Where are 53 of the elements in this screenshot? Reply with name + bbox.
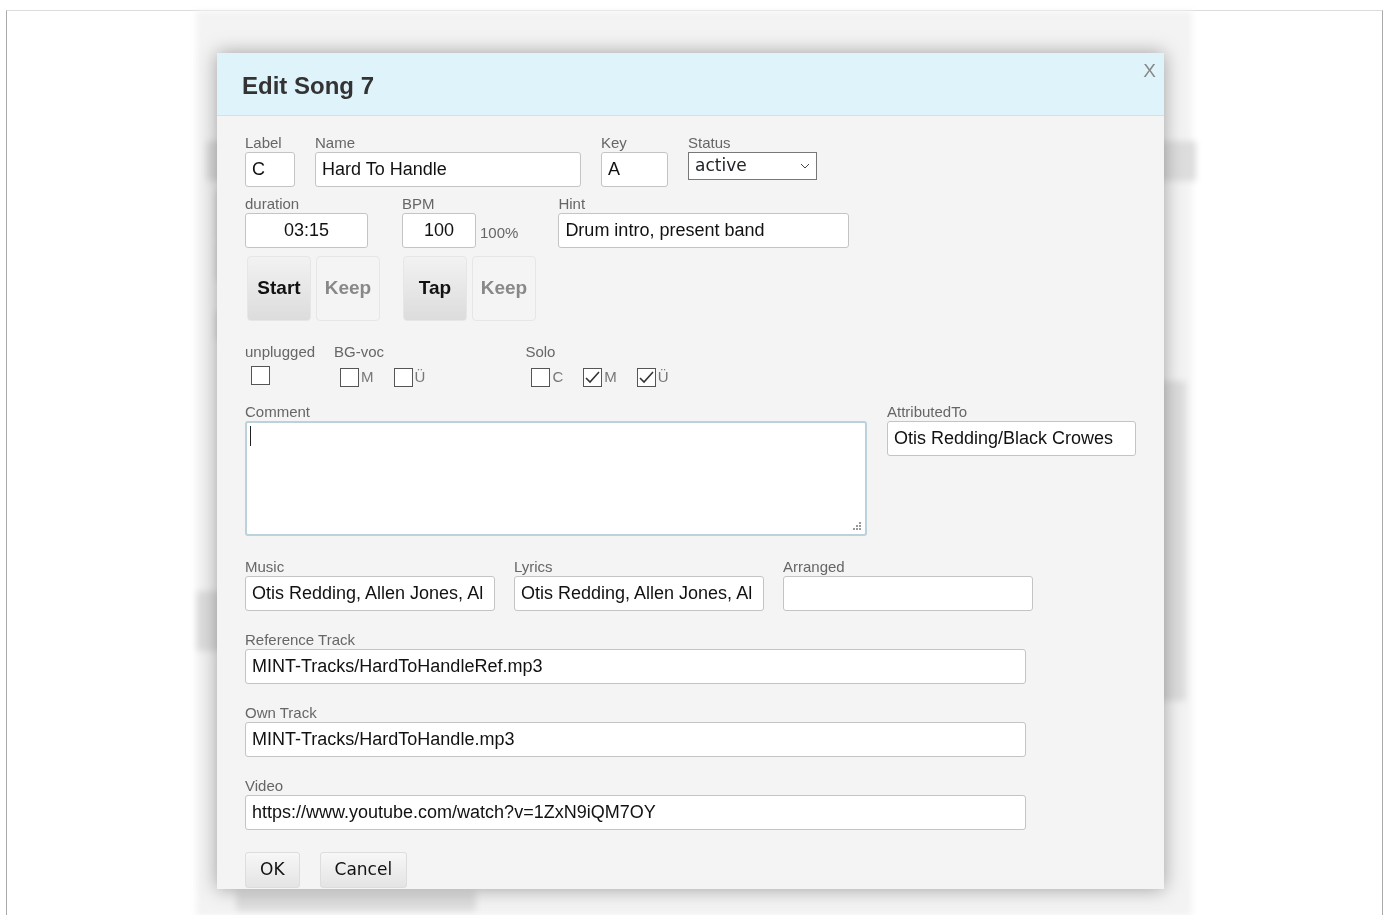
input-field[interactable]: Otis Redding, Allen Jones, Al xyxy=(514,575,764,611)
chevron-down-icon xyxy=(800,163,810,169)
checkbox[interactable] xyxy=(393,367,413,387)
input-field[interactable]: Otis Redding, Allen Jones, Al xyxy=(245,575,495,611)
status-dropdown[interactable]: active xyxy=(688,152,817,180)
checkbox-label: C xyxy=(552,367,564,387)
check-icon xyxy=(638,370,654,384)
checkbox-label: Ü xyxy=(657,367,669,387)
field-label: duration xyxy=(245,195,301,213)
field-label: Video xyxy=(245,776,285,795)
checkbox[interactable] xyxy=(251,366,270,385)
input-field[interactable]: 100 xyxy=(402,213,476,248)
group-label: BG-voc xyxy=(334,343,386,361)
checkbox[interactable] xyxy=(531,367,551,387)
dialog-title: Edit Song 7 xyxy=(242,72,374,101)
input-field[interactable]: https://www.youtube.com/watch?v=1ZxN9iQM7OY xyxy=(245,794,1026,830)
field-label: Status xyxy=(688,134,732,152)
checkbox-label: Ü xyxy=(414,367,426,387)
timer-button[interactable]: Start xyxy=(247,256,311,321)
checkbox-label: M xyxy=(361,367,374,387)
timer-button[interactable]: Tap xyxy=(403,256,467,321)
input-field[interactable]: MINT-Tracks/HardToHandle.mp3 xyxy=(245,721,1026,757)
field-label: BPM xyxy=(402,195,436,213)
checkbox[interactable] xyxy=(340,367,360,387)
field-label: AttributedTo xyxy=(887,402,969,421)
percent-text: 100% xyxy=(480,222,519,243)
field-label: Label xyxy=(245,134,283,152)
field-label: Arranged xyxy=(783,557,846,576)
input-field[interactable] xyxy=(783,575,1033,611)
field-label: Music xyxy=(245,557,286,576)
checkbox-label: M xyxy=(604,367,617,387)
field-label: Key xyxy=(601,134,628,152)
ok-button[interactable]: OK xyxy=(245,851,300,888)
field-label: Hint xyxy=(558,195,587,213)
input-field[interactable]: A xyxy=(601,152,668,187)
input-field[interactable]: 03:15 xyxy=(245,213,368,248)
input-field[interactable]: C xyxy=(245,152,295,187)
checkbox[interactable] xyxy=(583,367,603,387)
input-field[interactable]: Otis Redding/Black Crowes xyxy=(887,420,1136,456)
group-label: unplugged xyxy=(245,343,316,361)
field-label: Name xyxy=(315,134,356,152)
check-icon xyxy=(585,370,601,384)
field-label: Lyrics xyxy=(514,557,554,576)
input-field[interactable]: MINT-Tracks/HardToHandleRef.mp3 xyxy=(245,648,1026,684)
resize-grip-icon[interactable] xyxy=(853,521,862,531)
field-label: Own Track xyxy=(245,703,318,722)
input-field[interactable]: Hard To Handle xyxy=(315,152,581,187)
cancel-button[interactable]: Cancel xyxy=(319,851,408,888)
input-field[interactable]: Drum intro, present band xyxy=(558,213,850,248)
field-label: Reference Track xyxy=(245,630,357,649)
group-label: Solo xyxy=(525,343,557,361)
field-label: Comment xyxy=(245,402,312,421)
checkbox[interactable] xyxy=(636,367,656,387)
